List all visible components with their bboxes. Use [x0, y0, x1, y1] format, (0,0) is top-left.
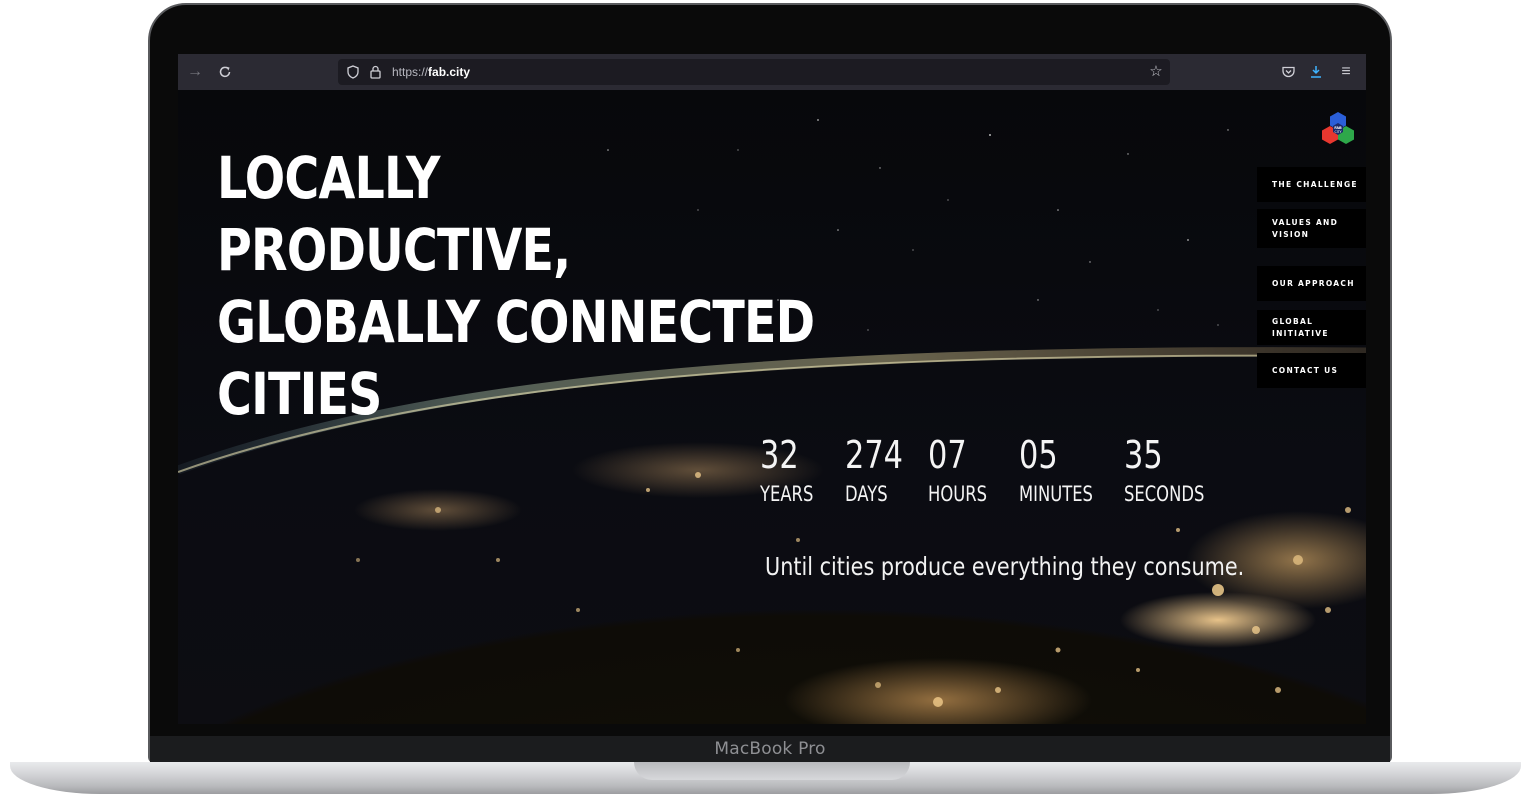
hero-title: LOCALLY PRODUCTIVE, GLOBALLY CONNECTED C… — [217, 142, 815, 430]
nav-item-label: GLOBAL INITIATIVE — [1272, 316, 1329, 338]
nav-item-label: VALUES AND VISION — [1272, 217, 1339, 239]
countdown-hours-label: HOURS — [928, 482, 987, 506]
nav-item-label: CONTACT US — [1272, 365, 1339, 375]
device-label: MacBook Pro — [150, 736, 1390, 762]
countdown-hours-value: 07 — [928, 433, 967, 477]
countdown-tagline: Until cities produce everything they con… — [765, 552, 1245, 581]
url-text[interactable]: https://fab.city — [392, 59, 470, 85]
browser-window: → https://fab.city ☆ ≡ LOCALLY PRODUCTIV… — [178, 54, 1366, 724]
nav-item-label: OUR APPROACH — [1272, 278, 1355, 288]
lock-icon[interactable] — [368, 59, 382, 85]
nav-item-values-and-vision[interactable]: VALUES AND VISION — [1257, 209, 1366, 248]
countdown-timer: 32 YEARS 274 DAYS 07 HOURS 05 MINUTES 35… — [178, 435, 1366, 515]
nav-item-label: THE CHALLENGE — [1272, 179, 1358, 189]
bookmark-star-icon[interactable]: ☆ — [1148, 59, 1164, 85]
hero-title-line-4: CITIES — [217, 360, 382, 428]
menu-icon[interactable]: ≡ — [1336, 54, 1356, 90]
hero-title-line-3: GLOBALLY CONNECTED — [217, 288, 815, 356]
download-icon[interactable] — [1306, 54, 1326, 90]
url-prefix: https:// — [392, 65, 429, 79]
countdown-minutes-label: MINUTES — [1019, 482, 1093, 506]
hero-title-line-1: LOCALLY — [217, 144, 440, 212]
nav-item-the-challenge[interactable]: THE CHALLENGE — [1257, 167, 1366, 202]
countdown-minutes-value: 05 — [1019, 433, 1058, 477]
reload-icon[interactable] — [212, 54, 238, 90]
fab-city-logo[interactable]: FAB CITY — [1319, 110, 1357, 148]
nav-item-global-initiative[interactable]: GLOBAL INITIATIVE — [1257, 310, 1366, 345]
countdown-days-label: DAYS — [845, 482, 888, 506]
pocket-icon[interactable] — [1278, 54, 1298, 90]
countdown-seconds-value: 35 — [1124, 433, 1163, 477]
forward-icon[interactable]: → — [182, 54, 208, 90]
svg-text:CITY: CITY — [1334, 130, 1341, 134]
hero-section: LOCALLY PRODUCTIVE, GLOBALLY CONNECTED C… — [178, 90, 1366, 724]
countdown-years-label: YEARS — [760, 482, 814, 506]
countdown-years-value: 32 — [760, 433, 799, 477]
hero-title-line-2: PRODUCTIVE, — [217, 216, 571, 284]
nav-item-our-approach[interactable]: OUR APPROACH — [1257, 266, 1366, 301]
url-bar[interactable]: https://fab.city ☆ — [338, 59, 1170, 85]
laptop-notch — [634, 762, 910, 780]
shield-icon[interactable] — [346, 59, 360, 85]
url-domain: fab.city — [428, 65, 471, 79]
countdown-days-value: 274 — [845, 433, 904, 477]
nav-item-contact-us[interactable]: CONTACT US — [1257, 353, 1366, 388]
browser-toolbar: → https://fab.city ☆ ≡ — [178, 54, 1366, 90]
countdown-seconds-label: SECONDS — [1124, 482, 1205, 506]
